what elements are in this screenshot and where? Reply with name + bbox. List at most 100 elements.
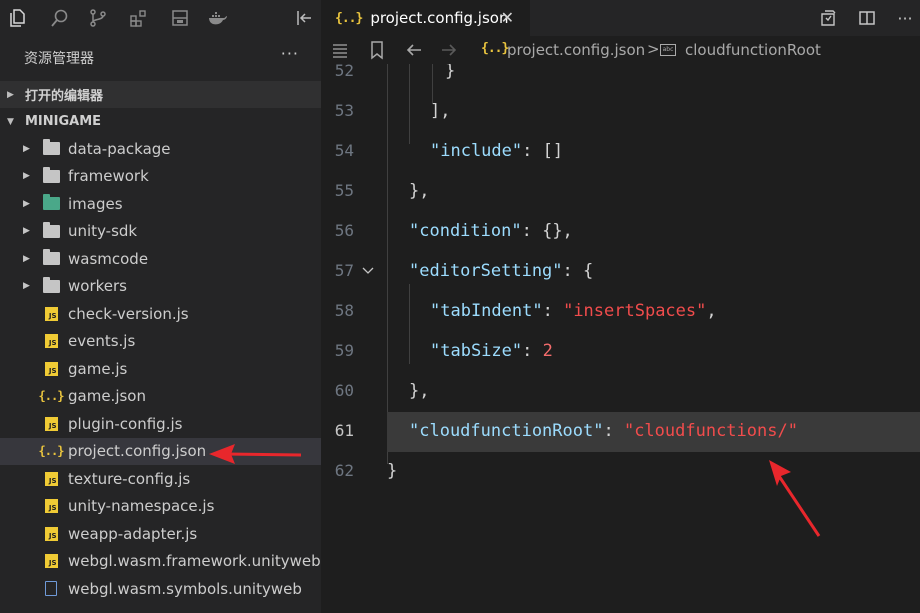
tree-item-label: unity-namespace.js <box>68 497 215 515</box>
code-line[interactable]: 55}, <box>321 172 920 212</box>
tree-item[interactable]: ▶ images <box>0 190 321 217</box>
outline-list-icon[interactable] <box>330 40 350 60</box>
source-control-icon[interactable] <box>86 6 110 30</box>
punctuation-token: : <box>522 141 543 161</box>
line-number: 59 <box>334 341 354 360</box>
code-line[interactable]: 54 "include": [] <box>321 132 920 172</box>
tree-item[interactable]: JS webgl.wasm.framework.unityweb.js <box>0 548 337 575</box>
project-label: MINIGAME <box>25 114 102 129</box>
json-key-token: "tabSize" <box>430 341 523 361</box>
tree-item-label: texture-config.js <box>68 469 191 488</box>
tree-item[interactable]: JS unity-namespace.js <box>0 493 321 520</box>
extensions-icon[interactable] <box>127 6 151 30</box>
tree-item-label: webgl.wasm.symbols.unityweb <box>68 579 302 598</box>
punctuation-token: : <box>562 261 584 281</box>
code-text: "editorSetting": { <box>409 261 593 281</box>
open-preview-icon[interactable] <box>818 8 838 28</box>
chevron-right-icon[interactable]: ▶ <box>23 254 30 264</box>
code-line[interactable]: 56 "condition": {}, <box>321 212 920 252</box>
split-editor-icon[interactable] <box>857 8 877 28</box>
folder-icon <box>42 139 60 157</box>
tree-item[interactable]: ▶ data-package <box>0 135 321 162</box>
tree-item[interactable]: JS plugin-config.js <box>0 410 321 437</box>
storage-icon[interactable] <box>168 6 192 30</box>
json-key-token: "include" <box>430 141 523 161</box>
folder-icon <box>42 249 60 267</box>
js-file-icon: JS <box>42 361 60 377</box>
files-icon[interactable] <box>6 6 30 30</box>
js-file-icon: JS <box>42 498 60 514</box>
code-line[interactable]: 60}, <box>321 372 920 412</box>
punctuation-token: ], <box>430 101 451 121</box>
search-icon[interactable] <box>48 6 72 30</box>
code-text: } <box>445 64 455 81</box>
back-arrow-icon[interactable] <box>404 40 424 60</box>
project-section[interactable]: ▼ MINIGAME <box>0 108 321 135</box>
code-line[interactable]: 57 "editorSetting": { <box>321 252 920 292</box>
more-icon[interactable]: ··· <box>895 8 915 28</box>
punctuation-token: [] <box>542 141 564 161</box>
docker-icon[interactable] <box>206 6 230 30</box>
line-number: 56 <box>334 221 354 240</box>
close-icon[interactable]: ✕ <box>501 8 514 27</box>
code-editor[interactable]: 52} 53], 54 "include": [] 55}, 56 "condition":… <box>321 64 920 613</box>
breadcrumb-separator: > <box>647 40 660 58</box>
line-number: 60 <box>334 381 354 400</box>
folder-icon <box>42 166 60 184</box>
tree-item[interactable]: ▶ framework <box>0 163 321 190</box>
line-number: 54 <box>334 141 354 160</box>
more-actions-icon[interactable]: ··· <box>281 44 299 63</box>
json-key-token: "cloudfunctionRoot" <box>409 421 604 441</box>
punctuation-token: { <box>583 261 594 281</box>
tab-title: project.config.json <box>370 9 509 27</box>
annotation-arrow-sidebar <box>209 444 302 464</box>
tree-item-label: check-version.js <box>68 304 189 323</box>
code-line[interactable]: 59 "tabSize": 2 <box>321 332 920 372</box>
tree-item[interactable]: JS game.js <box>0 355 321 382</box>
json-file-icon: {..} <box>38 389 65 403</box>
js-file-icon: JS <box>42 333 60 349</box>
code-line[interactable]: 52} <box>321 64 920 92</box>
punctuation-token: } <box>445 64 456 81</box>
tree-item[interactable]: ▶ wasmcode <box>0 245 321 272</box>
tree-item[interactable]: JS check-version.js <box>0 300 321 327</box>
code-text: ], <box>430 101 450 121</box>
tree-item[interactable]: JS events.js <box>0 328 321 355</box>
code-line[interactable]: 61 "cloudfunctionRoot": "cloudfunctions/" <box>335 412 920 452</box>
open-editors-label: 打开的编辑器 <box>25 89 104 104</box>
line-number: 62 <box>334 461 354 480</box>
code-line[interactable]: 53], <box>321 92 920 132</box>
activity-bar <box>0 0 321 36</box>
js-file-icon: JS <box>42 526 60 542</box>
tree-item-label: game.json <box>68 387 146 405</box>
chevron-right-icon[interactable]: ▶ <box>23 171 30 181</box>
punctuation-token: : <box>521 221 543 241</box>
chevron-right-icon[interactable]: ▶ <box>23 226 30 236</box>
punctuation-token: }, <box>409 381 430 401</box>
tree-item[interactable]: ▶ workers <box>0 273 321 300</box>
chevron-right-icon[interactable]: ▶ <box>23 144 30 154</box>
fold-chevron-icon[interactable] <box>361 262 375 276</box>
tree-item-label: game.js <box>68 359 128 378</box>
tree-item[interactable]: JS weapp-adapter.js <box>0 520 321 547</box>
collapse-panel-icon[interactable] <box>293 6 317 30</box>
chevron-right-icon[interactable]: ▶ <box>23 199 30 209</box>
explorer-sidebar: 资源管理器 ··· ▶ 打开的编辑器 ▼ MINIGAME ▶ data-pack… <box>0 0 337 613</box>
bookmark-icon[interactable] <box>367 40 387 60</box>
breadcrumb-file[interactable]: project.config.json <box>507 41 645 59</box>
tab-project-config[interactable]: {..} project.config.json ✕ <box>321 0 530 36</box>
tree-item-label: plugin-config.js <box>68 414 183 433</box>
json-string-token: "insertSpaces" <box>563 301 707 321</box>
tree-item[interactable]: {..} game.json <box>0 383 321 410</box>
open-editors-section[interactable]: ▶ 打开的编辑器 <box>0 81 321 108</box>
breadcrumb-property[interactable]: cloudfunctionRoot <box>685 41 821 59</box>
breadcrumb: {..} project.config.json > abc cloudfunc… <box>321 36 920 64</box>
chevron-right-icon[interactable]: ▶ <box>23 281 30 291</box>
chevron-down-icon: ▼ <box>7 116 14 127</box>
tree-item[interactable]: ▶ unity-sdk <box>0 218 321 245</box>
forward-arrow-icon[interactable] <box>439 40 459 60</box>
json-string-token: "cloudfunctions/" <box>623 421 798 441</box>
tree-item[interactable]: webgl.wasm.symbols.unityweb <box>0 575 321 602</box>
js-file-icon: JS <box>42 416 60 432</box>
code-line[interactable]: 58 "tabIndent": "insertSpaces", <box>321 292 920 332</box>
